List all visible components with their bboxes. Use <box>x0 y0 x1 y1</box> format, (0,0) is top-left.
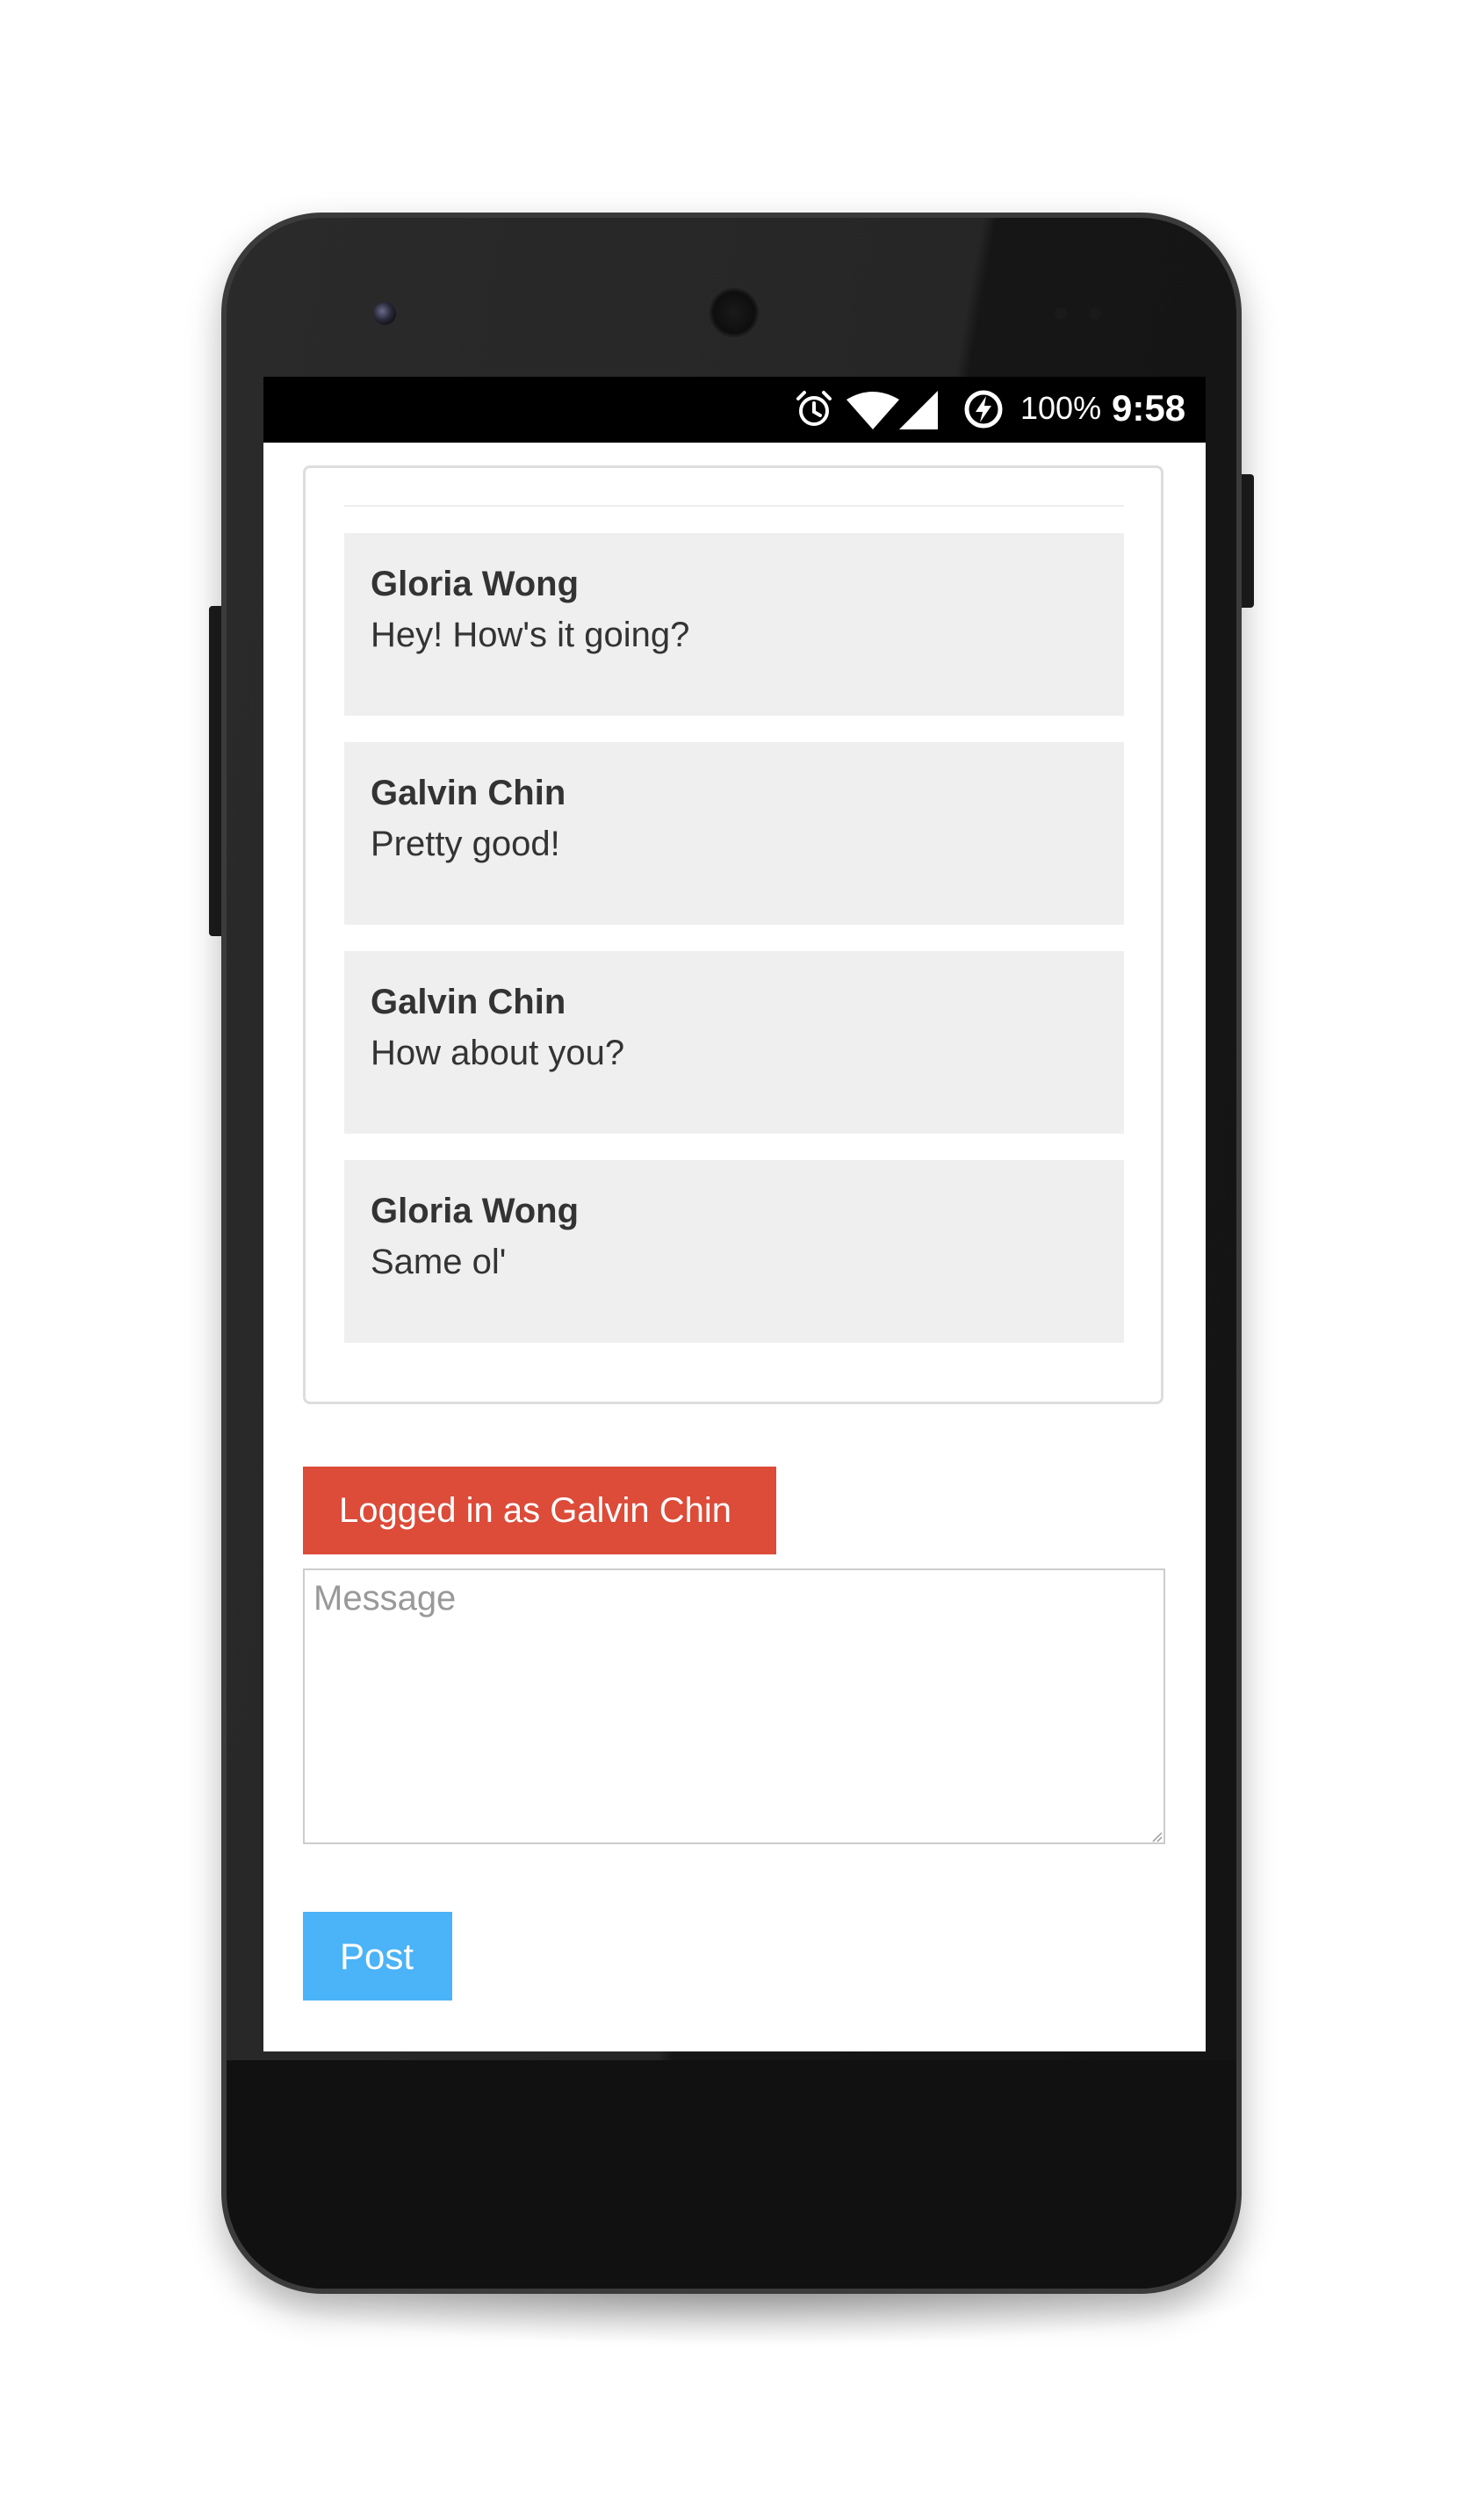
message-item: Galvin Chin How about you? <box>344 951 1124 1134</box>
message-text: Same ol' <box>371 1243 507 1281</box>
chat-divider <box>344 505 1124 507</box>
message-item: Galvin Chin Pretty good! <box>344 742 1124 925</box>
message-author: Gloria Wong <box>371 1192 580 1230</box>
battery-percent: 100% <box>1020 390 1102 426</box>
message-text: Hey! How's it going? <box>371 616 690 654</box>
proximity-sensor <box>1055 307 1067 320</box>
alarm-icon <box>796 391 832 426</box>
phone-chin <box>227 2060 1236 2289</box>
status-bar: 100% 9:58 <box>263 377 1206 443</box>
clock: 9:58 <box>1112 387 1186 429</box>
logged-in-badge: Logged in as Galvin Chin <box>303 1467 776 1554</box>
message-text: Pretty good! <box>371 825 560 863</box>
message-text: How about you? <box>371 1034 625 1072</box>
message-author: Galvin Chin <box>371 774 566 812</box>
front-camera <box>373 302 396 325</box>
battery-charging-icon <box>964 390 1003 429</box>
message-item: Gloria Wong Same ol' <box>344 1160 1124 1343</box>
signal-icon <box>899 391 938 429</box>
message-input[interactable] <box>303 1568 1165 1844</box>
page: 100% 9:58 Gloria Wong Hey! How's it goin… <box>0 0 1484 2509</box>
wifi-icon <box>846 392 899 429</box>
earpiece-speaker <box>708 286 760 339</box>
message-author: Galvin Chin <box>371 983 566 1021</box>
post-button[interactable]: Post <box>303 1912 452 2001</box>
resize-grip-icon[interactable] <box>1150 1830 1163 1842</box>
message-author: Gloria Wong <box>371 565 580 603</box>
message-item: Gloria Wong Hey! How's it going? <box>344 533 1124 716</box>
chat-panel: Gloria Wong Hey! How's it going? Galvin … <box>303 465 1163 1404</box>
phone-screen: 100% 9:58 Gloria Wong Hey! How's it goin… <box>263 377 1206 2051</box>
light-sensor <box>1089 307 1101 320</box>
